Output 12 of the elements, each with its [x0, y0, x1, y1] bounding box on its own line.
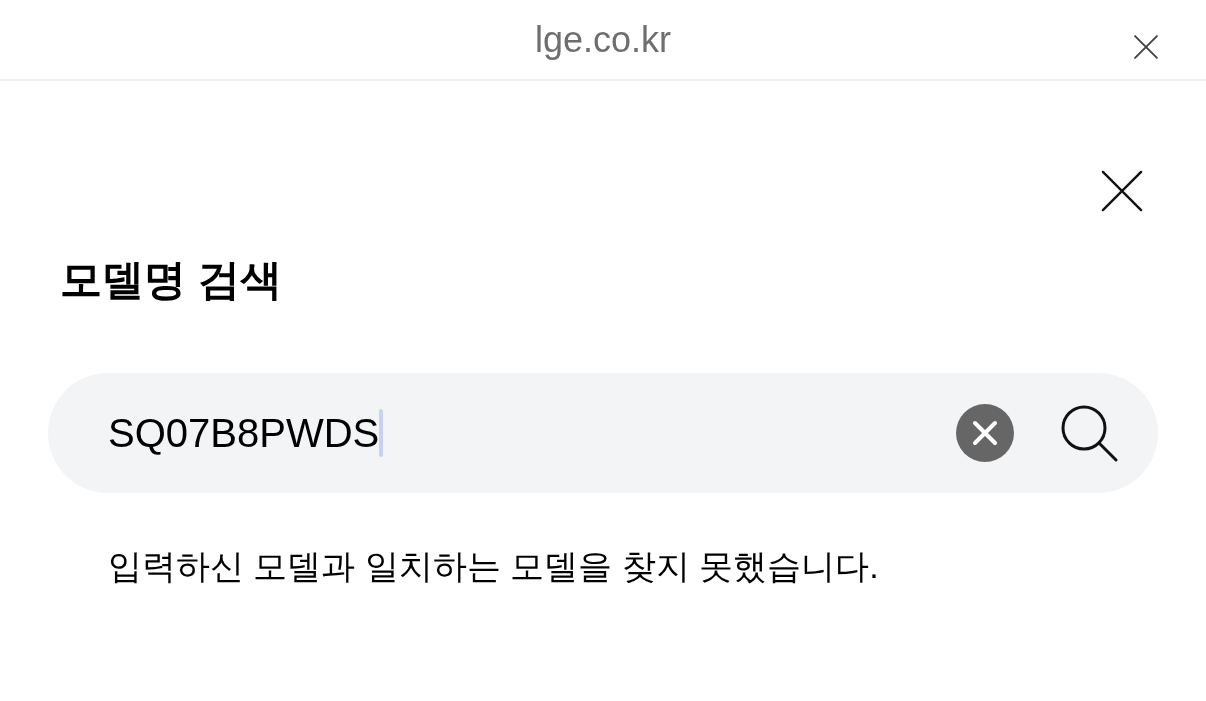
dialog-title: 모델명 검색 — [60, 255, 283, 305]
clear-button[interactable] — [956, 404, 1014, 462]
search-icon — [1060, 404, 1118, 462]
close-browser-button[interactable] — [1132, 33, 1160, 61]
clear-icon — [956, 404, 1014, 462]
site-address: lge.co.kr — [534, 21, 672, 58]
search-button[interactable] — [1060, 404, 1118, 462]
no-results-message: 입력하신 모델과 일치하는 모델을 찾지 못했습니다. — [108, 546, 880, 587]
close-icon — [1101, 170, 1143, 212]
close-dialog-button[interactable] — [1100, 169, 1144, 213]
close-icon — [1134, 35, 1158, 59]
search-field[interactable]: SQ07B8PWDS — [108, 373, 956, 493]
